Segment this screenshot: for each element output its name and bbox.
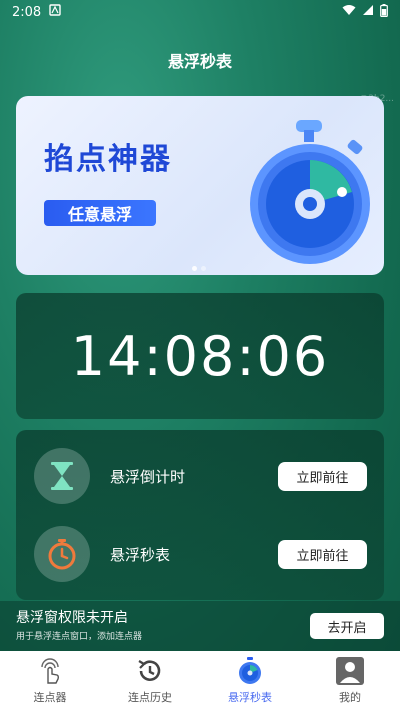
tab-label: 悬浮秒表 <box>228 691 272 704</box>
permission-subtitle: 用于悬浮连点窗口，添加连点器 <box>16 632 143 642</box>
permission-title: 悬浮窗权限未开启 <box>16 610 128 626</box>
signal-icon <box>362 4 374 20</box>
tools-card: 悬浮倒计时 立即前往 悬浮秒表 立即前往 <box>16 430 384 600</box>
history-clock-icon <box>136 657 164 685</box>
status-time: 2:08 <box>12 4 42 20</box>
battery-icon <box>380 3 388 21</box>
enable-permission-button[interactable]: 去开启 <box>310 613 384 639</box>
stopwatch-icon <box>34 526 90 582</box>
tab-label: 连点历史 <box>128 691 172 704</box>
clock-display: 14:08:06 <box>70 324 330 388</box>
carousel-dot[interactable] <box>192 266 197 271</box>
banner-title: 掐点神器 <box>44 142 172 177</box>
carousel-dot[interactable] <box>201 266 206 271</box>
tool-label: 悬浮倒计时 <box>110 467 186 486</box>
tool-row-countdown[interactable]: 悬浮倒计时 立即前往 <box>16 446 384 506</box>
page-title: 悬浮秒表 <box>167 52 232 71</box>
clock-card: 14:08:06 <box>16 293 384 419</box>
tap-hand-icon <box>36 657 64 685</box>
status-bar: 2:08 <box>0 0 400 24</box>
bottom-tabbar: 连点器 连点历史 悬浮秒表 我的 <box>0 651 400 712</box>
permission-banner: 悬浮窗权限未开启 用于悬浮连点窗口，添加连点器 去开启 <box>0 601 400 651</box>
stopwatch-go-button[interactable]: 立即前往 <box>278 539 367 569</box>
countdown-go-button[interactable]: 立即前往 <box>278 461 367 491</box>
wifi-icon <box>342 4 356 20</box>
notification-icon <box>49 4 61 20</box>
hourglass-icon <box>34 448 90 504</box>
promo-banner[interactable]: 掐点神器 任意悬浮 <box>16 96 384 275</box>
tab-label: 我的 <box>339 691 361 704</box>
banner-pill: 任意悬浮 <box>44 200 156 226</box>
tab-profile[interactable]: 我的 <box>300 651 400 712</box>
tab-history[interactable]: 连点历史 <box>100 651 200 712</box>
tool-label: 悬浮秒表 <box>110 545 171 564</box>
banner-stopwatch-illustration <box>244 118 376 268</box>
carousel-dots[interactable] <box>192 266 206 271</box>
person-icon <box>336 657 364 685</box>
tab-label: 连点器 <box>33 691 67 704</box>
tab-float-stopwatch[interactable]: 悬浮秒表 <box>200 651 300 712</box>
stopwatch-icon <box>236 657 264 685</box>
tool-row-stopwatch[interactable]: 悬浮秒表 立即前往 <box>16 524 384 584</box>
tab-clicker[interactable]: 连点器 <box>0 651 100 712</box>
